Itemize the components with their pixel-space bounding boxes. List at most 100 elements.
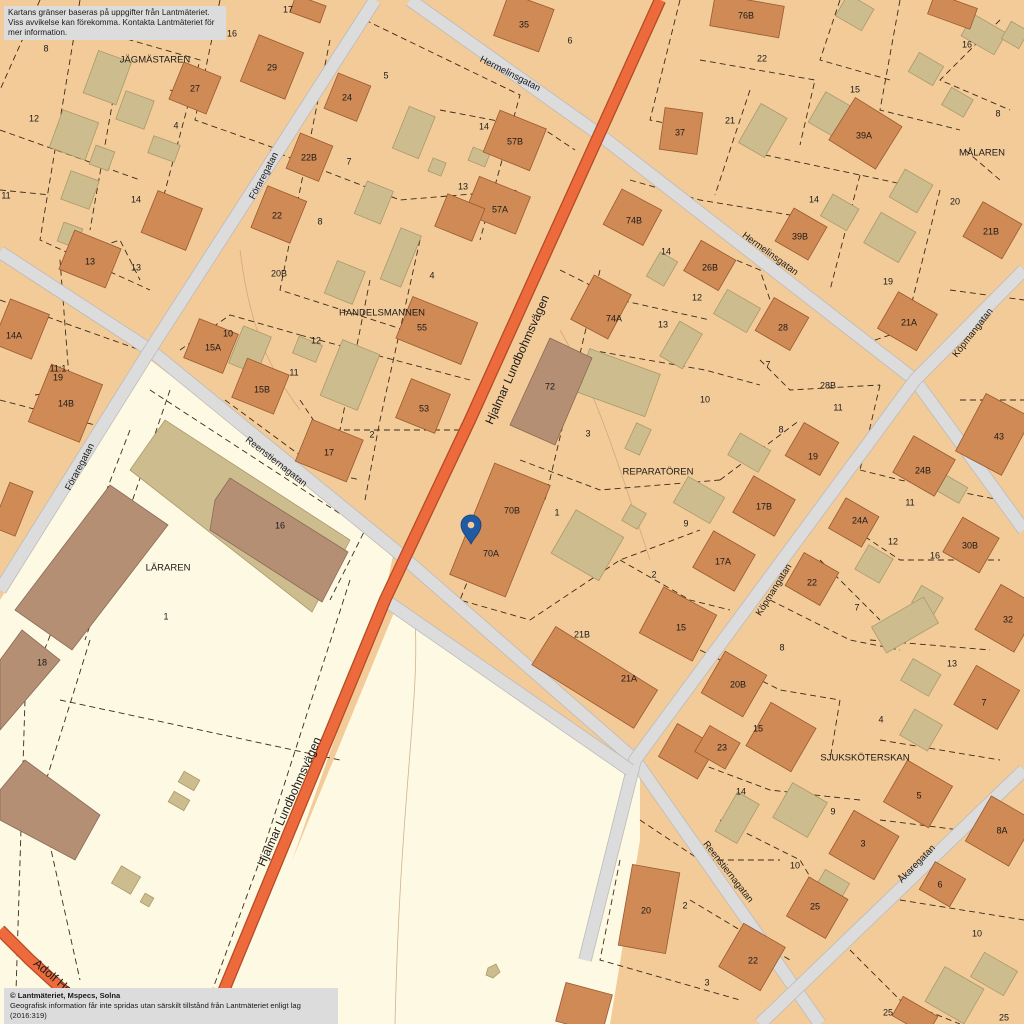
plot-number: 3: [704, 977, 709, 987]
building-number: 21A: [901, 317, 917, 327]
plot-number: 2: [369, 429, 374, 439]
building-number: 21B: [983, 226, 999, 236]
plot-number: 20: [950, 196, 960, 206]
building-number: 70B: [504, 505, 520, 515]
copyright-line: Geografisk information får inte spridas …: [10, 1001, 301, 1020]
plot-number: 14: [736, 786, 746, 796]
block-label: SJUKSKÖTERSKAN: [820, 753, 909, 764]
plot-number: 14: [131, 194, 141, 204]
plot-number: 11: [1, 190, 10, 200]
plot-number: 4: [173, 120, 178, 130]
plot-number: 2: [682, 900, 687, 910]
plot-number: 10: [790, 860, 800, 870]
plot-number: 10: [972, 928, 982, 938]
plot-number: 4: [429, 270, 434, 280]
building-number: 37: [675, 127, 685, 137]
block-label: MÅLAREN: [959, 148, 1005, 159]
plot-number: 2: [651, 569, 656, 579]
building-number: 21B: [574, 629, 590, 639]
plot-number: 5: [383, 70, 388, 80]
block-label: JÄGMÄSTAREN: [120, 55, 191, 66]
building-number: 30B: [962, 540, 978, 550]
plot-number: 8: [317, 216, 322, 226]
map-canvas[interactable]: .bld { fill: #cf8a55; stroke: #9a5a2e; s…: [0, 0, 1024, 1024]
plot-number: 15: [850, 84, 860, 94]
building-number: 74B: [626, 215, 642, 225]
plot-number: 12: [888, 536, 898, 546]
plot-number: 25: [883, 1007, 893, 1017]
plot-number: 13: [658, 319, 668, 329]
plot-number: 10: [700, 394, 710, 404]
plot-number: 21: [725, 115, 735, 125]
building-number: 16: [275, 520, 285, 530]
plot-number: 1: [163, 611, 168, 621]
copyright-box: © Lantmäteriet, Mspecs, Solna Geografisk…: [4, 988, 338, 1024]
plot-number: 8: [995, 108, 1000, 118]
building-number: 57B: [507, 136, 523, 146]
plot-number: 13: [947, 658, 957, 668]
building-number: 57A: [492, 204, 508, 214]
building-number: 19: [808, 451, 818, 461]
building-number: 39A: [856, 130, 872, 140]
building-number: 55: [417, 322, 427, 332]
plot-number: 19: [53, 372, 63, 382]
building-number: 7: [981, 697, 986, 707]
plot-number: 19: [883, 276, 893, 286]
building-number: 22: [807, 577, 817, 587]
plot-number: 3: [585, 428, 590, 438]
building-number: 17: [324, 447, 334, 457]
notice-line: Viss avvikelse kan förekomma. Kontakta L…: [8, 18, 215, 37]
copyright-line: © Lantmäteriet, Mspecs, Solna: [10, 991, 121, 1000]
plot-number: 8: [778, 424, 783, 434]
plot-number: 7: [854, 602, 859, 612]
building-number: 22: [748, 955, 758, 965]
building-number: 17B: [756, 501, 772, 511]
plot-number: 11: [905, 497, 914, 507]
plot-number: 8: [43, 43, 48, 53]
building-number: 28: [778, 322, 788, 332]
building-number: 32: [1003, 614, 1013, 624]
building-number: 23: [717, 742, 727, 752]
property-map[interactable]: .bld { fill: #cf8a55; stroke: #9a5a2e; s…: [0, 0, 1024, 1024]
plot-number: 9: [830, 806, 835, 816]
plot-number: 14: [479, 121, 489, 131]
building-number: 14A: [6, 330, 22, 340]
building-number: 25: [999, 1012, 1009, 1022]
plot-number: 12: [692, 292, 702, 302]
plot-number: 7: [765, 359, 770, 369]
building-number: 27: [190, 83, 200, 93]
building-number: 22B: [301, 152, 317, 162]
building-number: 13: [85, 256, 95, 266]
building-number: 3: [860, 838, 865, 848]
block-label: HANDELSMANNEN: [339, 308, 425, 319]
building-number: 17A: [715, 556, 731, 566]
building-number: 24: [342, 92, 352, 102]
plot-number: 14: [809, 194, 819, 204]
building-number: 15: [676, 622, 686, 632]
plot-number: 11: [833, 402, 842, 412]
building-number: 26B: [702, 262, 718, 272]
plot-number: 14: [661, 246, 671, 256]
building-number: 20B: [730, 679, 746, 689]
building-number: 15B: [254, 384, 270, 394]
plot-number: 10: [223, 328, 233, 338]
plot-number: 4: [878, 714, 883, 724]
plot-number: 1: [554, 507, 559, 517]
notice-line: Kartans gränser baseras på uppgifter frå…: [8, 8, 210, 17]
boundary-notice: Kartans gränser baseras på uppgifter frå…: [4, 6, 226, 40]
building-number: 53: [419, 403, 429, 413]
plot-number: 15: [753, 723, 763, 733]
building-number: 25: [810, 901, 820, 911]
building-number: 74A: [606, 313, 622, 323]
building-number: 5: [916, 790, 921, 800]
plot-number: 16: [930, 550, 940, 560]
building-number: 43: [994, 431, 1004, 441]
building-number: 21A: [621, 673, 637, 683]
plot-number: 12: [311, 335, 321, 345]
plot-number: 20B: [271, 268, 287, 278]
building-number: 35: [519, 19, 529, 29]
plot-number: 16: [227, 28, 237, 38]
building-number: 76B: [738, 10, 754, 20]
plot-number: 11: [289, 367, 298, 377]
building-number: 15A: [205, 342, 221, 352]
